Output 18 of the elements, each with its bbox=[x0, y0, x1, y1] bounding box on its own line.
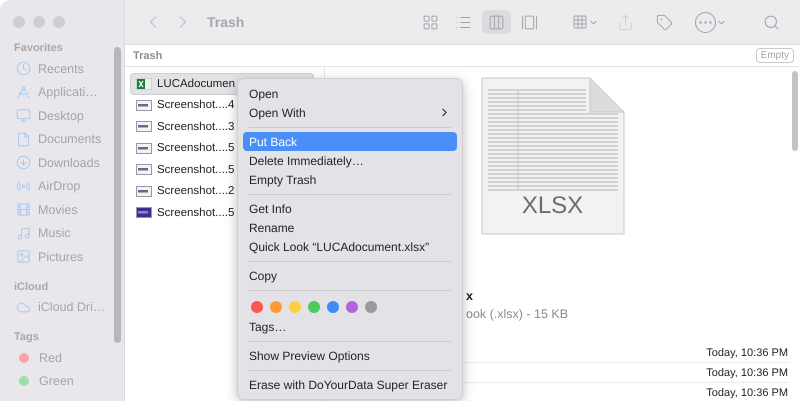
file-name: Screenshot....4 bbox=[157, 99, 234, 112]
date-text: Today, 10:36 PM bbox=[706, 386, 788, 398]
sidebar-section-title: Tags bbox=[13, 330, 40, 345]
file-name: Screenshot....2 bbox=[157, 185, 234, 198]
file-name: Screenshot....3 bbox=[157, 120, 234, 133]
window-title: Trash bbox=[207, 14, 244, 30]
file-name: LUCAdocumen bbox=[157, 78, 235, 90]
file-name: Screenshot....5 bbox=[157, 206, 234, 219]
path-title: Trash bbox=[133, 50, 162, 62]
sidebar-section-title: Favorites bbox=[13, 41, 64, 56]
file-type-label: XLSX bbox=[520, 192, 584, 220]
file-name: Screenshot....5 bbox=[157, 142, 234, 154]
file-name: x bbox=[466, 289, 473, 303]
file-name: Screenshot....5 bbox=[157, 164, 234, 176]
date-text: Today, 10:36 PM bbox=[706, 366, 788, 378]
file-info: ook (.xlsx) - 15 KB bbox=[466, 307, 568, 321]
sidebar-section-title: iCloud bbox=[13, 280, 50, 294]
date-text: Today, 10:36 PM bbox=[706, 346, 788, 358]
